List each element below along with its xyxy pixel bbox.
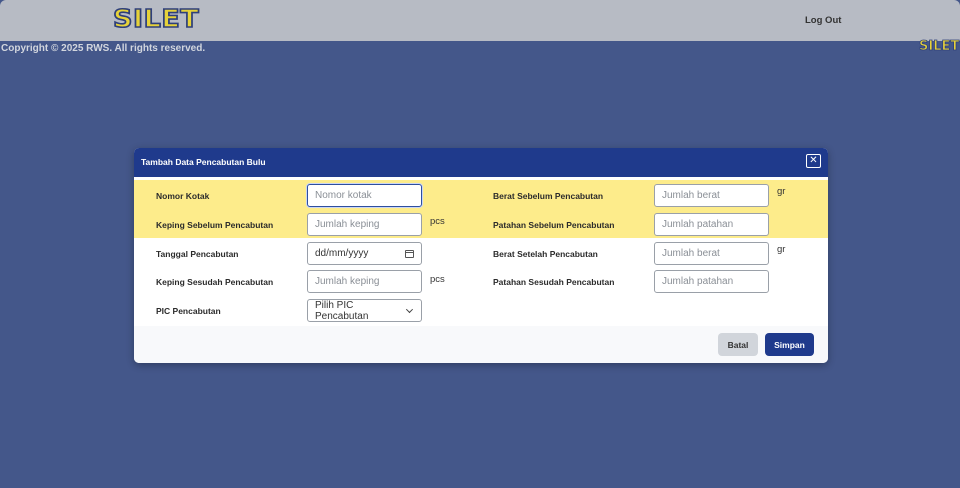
keping-sebelum-unit: pcs: [430, 216, 445, 227]
modal-header: Tambah Data Pencabutan Bulu ✕: [134, 148, 828, 177]
copyright-text: Copyright © 2025 RWS. All rights reserve…: [1, 43, 206, 54]
berat-sebelum-input[interactable]: [654, 184, 769, 207]
pic-select[interactable]: Pilih PIC Pencabutan: [307, 299, 422, 322]
berat-setelah-label: Berat Setelah Pencabutan: [493, 249, 598, 259]
patahan-sesudah-label: Patahan Sesudah Pencabutan: [493, 277, 615, 287]
add-plucking-modal: Tambah Data Pencabutan Bulu ✕ Nomor Kota…: [134, 148, 828, 363]
berat-setelah-unit: gr: [777, 244, 786, 255]
tanggal-label: Tanggal Pencabutan: [156, 249, 239, 259]
tanggal-placeholder: dd/mm/yyyy: [315, 248, 369, 259]
calendar-icon[interactable]: [405, 249, 414, 258]
berat-setelah-input[interactable]: [654, 242, 769, 265]
close-icon: ✕: [809, 155, 818, 166]
keping-sesudah-label: Keping Sesudah Pencabutan: [156, 277, 274, 287]
nomor-kotak-label: Nomor Kotak: [156, 191, 210, 201]
berat-sebelum-label: Berat Sebelum Pencabutan: [493, 191, 604, 201]
keping-sebelum-input[interactable]: [307, 213, 422, 236]
app-logo[interactable]: SILET: [112, 3, 199, 34]
patahan-sebelum-label: Patahan Sebelum Pencabutan: [493, 220, 615, 230]
patahan-sesudah-input[interactable]: [654, 270, 769, 293]
keping-sesudah-input[interactable]: [307, 270, 422, 293]
patahan-sebelum-input[interactable]: [654, 213, 769, 236]
footer-logo: SILET: [919, 39, 960, 55]
tanggal-date-input[interactable]: dd/mm/yyyy: [307, 242, 422, 265]
modal-title: Tambah Data Pencabutan Bulu: [141, 157, 266, 167]
keping-sesudah-unit: pcs: [430, 274, 445, 285]
nomor-kotak-input[interactable]: [307, 184, 422, 207]
pic-label: PIC Pencabutan: [156, 306, 221, 316]
save-button[interactable]: Simpan: [765, 333, 814, 356]
close-modal-button[interactable]: ✕: [806, 154, 821, 168]
chevron-down-icon: [406, 305, 414, 313]
top-navbar: SILET Log Out: [0, 0, 960, 41]
keping-sebelum-label: Keping Sebelum Pencabutan: [156, 220, 274, 230]
berat-sebelum-unit: gr: [777, 186, 786, 197]
cancel-button[interactable]: Batal: [718, 333, 758, 356]
pic-selected-value: Pilih PIC Pencabutan: [315, 299, 369, 322]
logout-button[interactable]: Log Out: [805, 15, 841, 26]
